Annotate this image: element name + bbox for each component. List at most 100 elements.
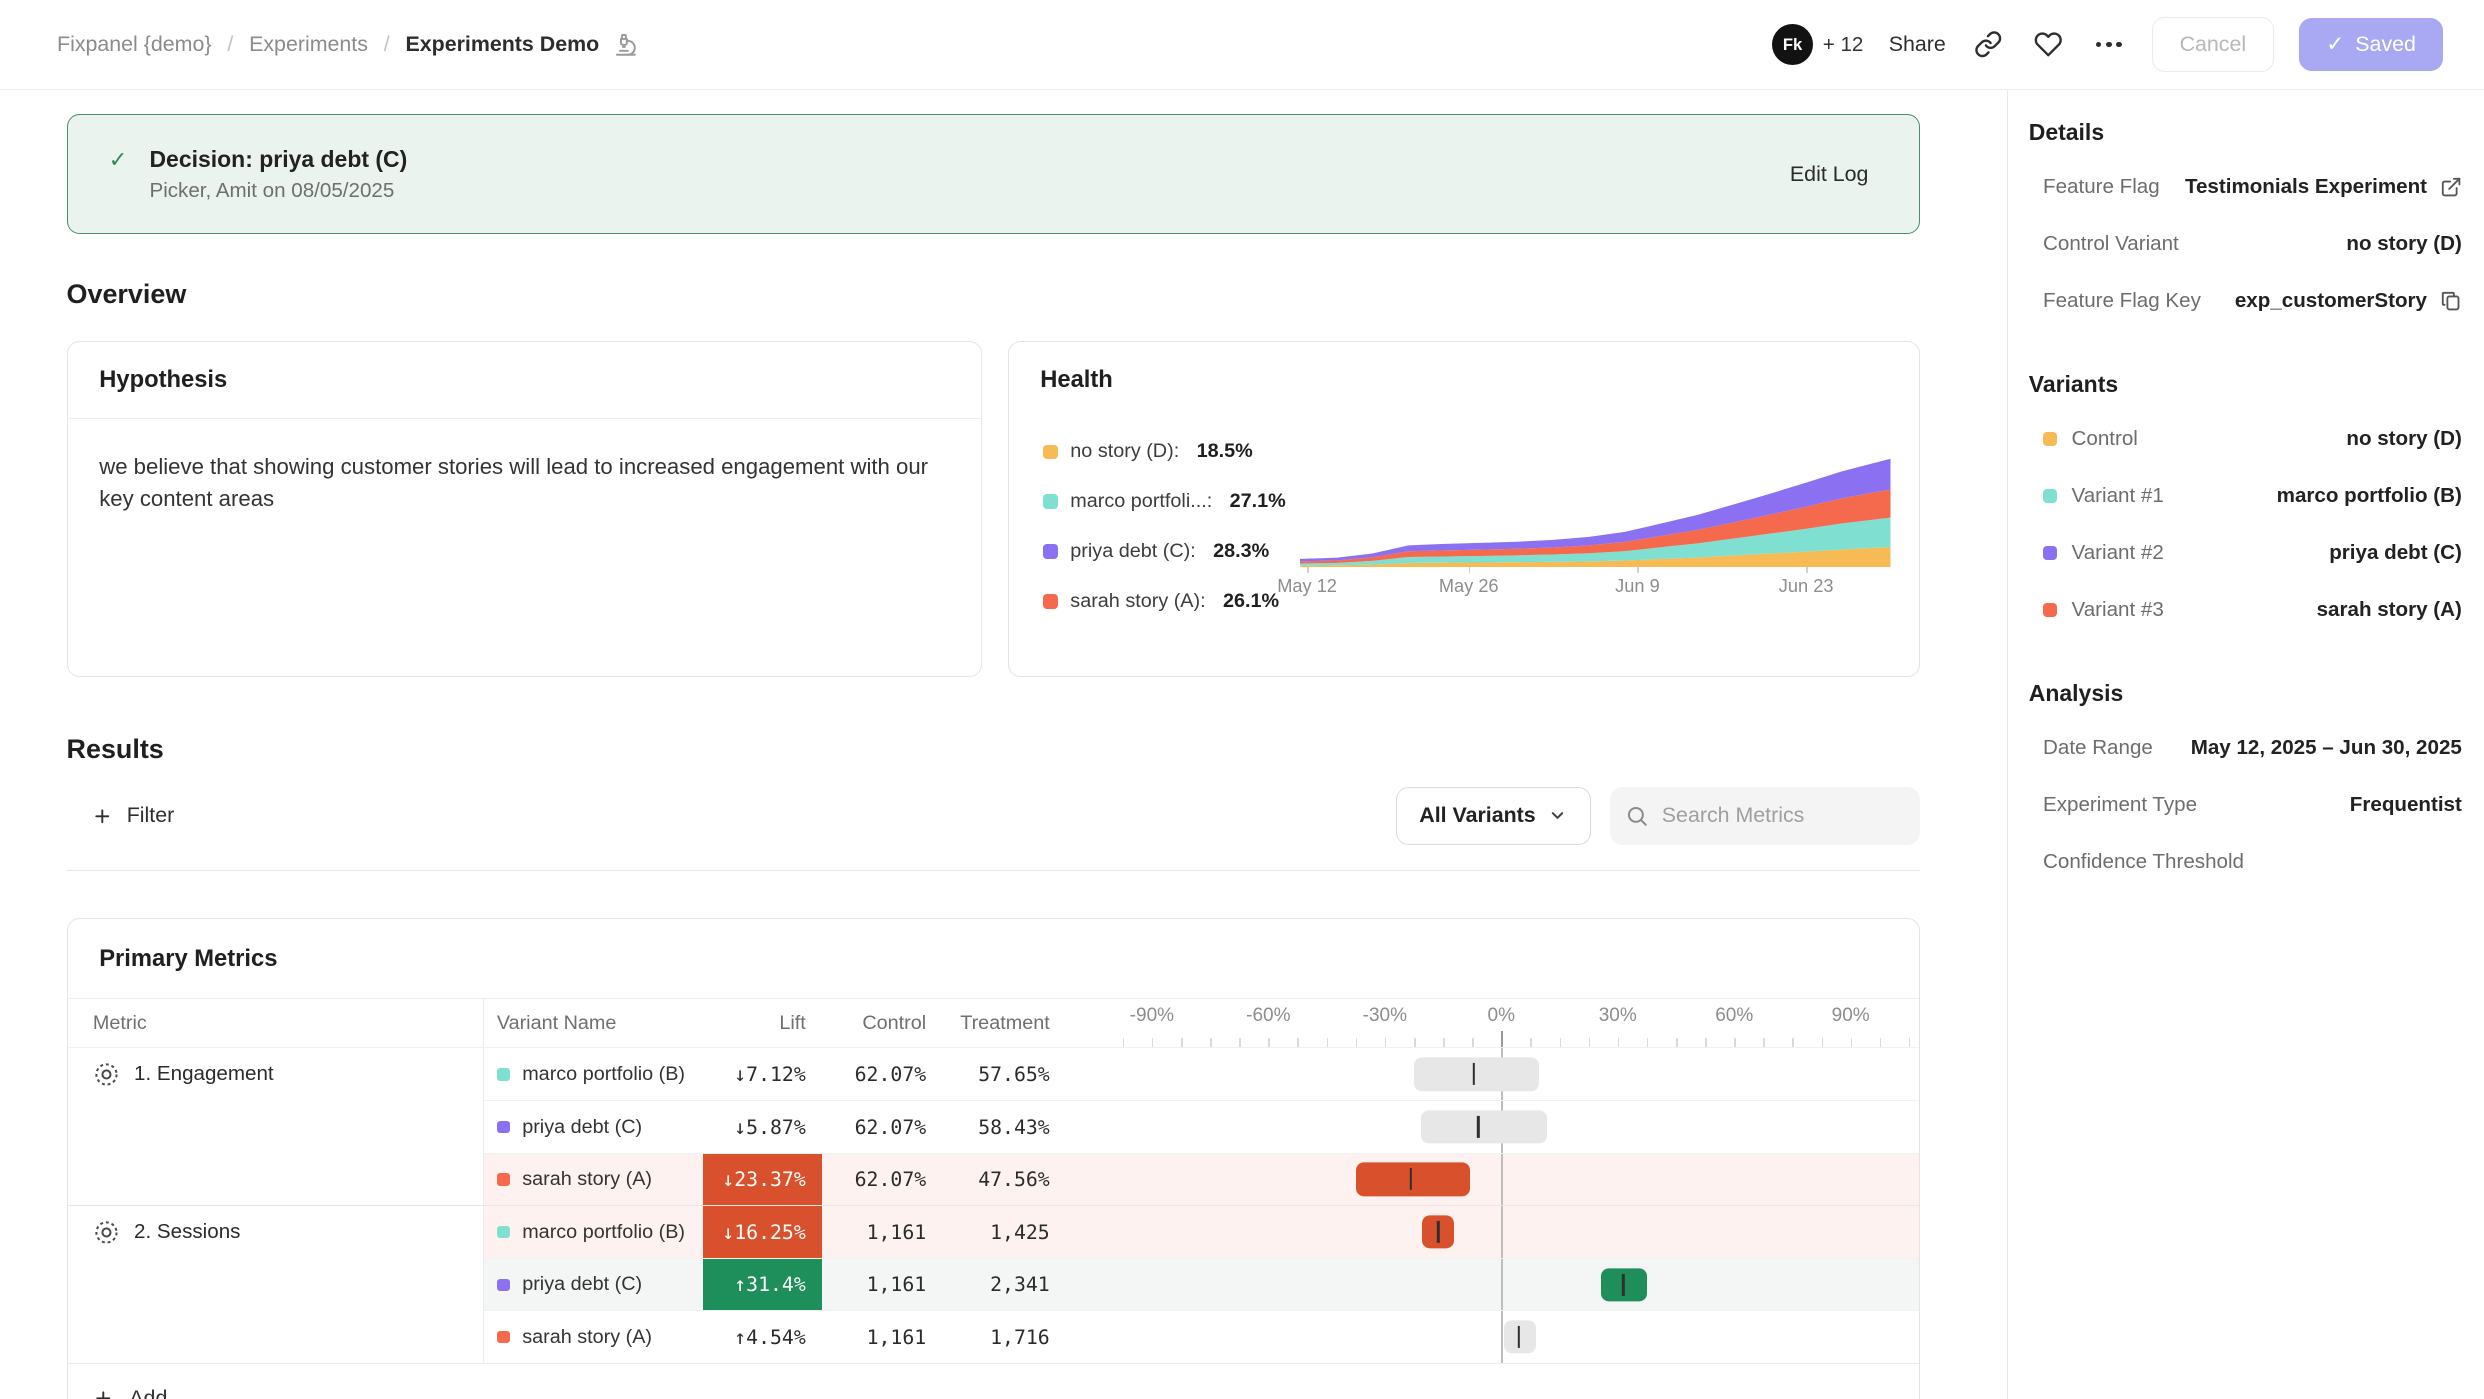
zero-line bbox=[1501, 1311, 1503, 1362]
legend-label: marco portfoli...: bbox=[1070, 490, 1212, 513]
legend-item: sarah story (A): 26.1% bbox=[1043, 590, 1290, 613]
analysis-label: Confidence Threshold bbox=[2043, 850, 2244, 874]
ruler-tick bbox=[1472, 1038, 1474, 1048]
treatment-cell: 1,716 bbox=[948, 1311, 1075, 1362]
control-cell: 1,161 bbox=[822, 1311, 949, 1362]
legend-chip bbox=[1043, 544, 1057, 558]
cancel-button[interactable]: Cancel bbox=[2152, 17, 2274, 73]
ci-bar bbox=[1414, 1058, 1539, 1091]
target-icon bbox=[93, 1219, 120, 1246]
all-variants-label: All Variants bbox=[1419, 803, 1535, 828]
filter-button[interactable]: Filter bbox=[67, 803, 175, 828]
ruler-tick bbox=[1210, 1038, 1212, 1048]
divider bbox=[67, 870, 1921, 871]
legend-label: priya debt (C): bbox=[1070, 540, 1195, 563]
copy-icon[interactable] bbox=[2440, 290, 2462, 312]
all-variants-dropdown[interactable]: All Variants bbox=[1396, 787, 1590, 844]
ci-axis-label: 90% bbox=[1832, 1005, 1870, 1027]
page-title: Experiments Demo bbox=[406, 32, 600, 57]
analysis-section: Analysis Date Range May 12, 2025 – Jun 3… bbox=[2029, 680, 2462, 891]
variant-chip bbox=[2043, 546, 2057, 560]
filter-label: Filter bbox=[127, 803, 175, 828]
link-icon[interactable] bbox=[1971, 27, 2006, 62]
variant-name-cell: priya debt (C) bbox=[484, 1259, 703, 1310]
variant-chip bbox=[497, 1173, 510, 1186]
health-area-chart: May 12May 26Jun 9Jun 23 bbox=[1291, 418, 1920, 640]
collaborators-count[interactable]: + 12 bbox=[1823, 33, 1864, 57]
metric-variant-row[interactable]: marco portfolio (B)↓16.25%1,1611,425 bbox=[484, 1206, 1919, 1258]
treatment-cell: 57.65% bbox=[948, 1048, 1075, 1100]
health-chart-xaxis: May 12May 26Jun 9Jun 23 bbox=[1300, 567, 1891, 602]
variants-heading: Variants bbox=[2029, 371, 2462, 398]
metric-variant-row[interactable]: priya debt (C)↓5.87%62.07%58.43% bbox=[484, 1100, 1919, 1152]
metric-name-cell[interactable]: 2. Sessions bbox=[68, 1206, 485, 1363]
column-lift: Lift bbox=[703, 1012, 822, 1035]
ruler-tick bbox=[1909, 1038, 1911, 1048]
breadcrumb-project[interactable]: Fixpanel {demo} bbox=[57, 32, 211, 57]
analysis-label: Experiment Type bbox=[2043, 793, 2197, 817]
confidence-interval-cell bbox=[1075, 1154, 1919, 1205]
metric-variant-row[interactable]: sarah story (A)↑4.54%1,1611,716 bbox=[484, 1310, 1919, 1362]
ruler-tick bbox=[1792, 1038, 1794, 1048]
lift-cell: ↓16.25% bbox=[703, 1206, 822, 1258]
variant-chip bbox=[497, 1331, 510, 1344]
ruler-tick bbox=[1851, 1038, 1853, 1048]
ci-axis-label: 60% bbox=[1715, 1005, 1753, 1027]
hypothesis-title: Hypothesis bbox=[68, 342, 982, 419]
metric-variant-row[interactable]: sarah story (A)↓23.37%62.07%47.56% bbox=[484, 1153, 1919, 1205]
saved-button[interactable]: ✓ Saved bbox=[2299, 18, 2442, 72]
detail-label: Feature Flag bbox=[2043, 175, 2160, 199]
variant-name-cell: sarah story (A) bbox=[484, 1154, 703, 1205]
control-cell: 62.07% bbox=[822, 1154, 949, 1205]
hypothesis-body: we believe that showing customer stories… bbox=[68, 419, 982, 547]
metric-group: 1. Engagementmarco portfolio (B)↓7.12%62… bbox=[68, 1048, 1920, 1205]
breadcrumb-experiments[interactable]: Experiments bbox=[249, 32, 368, 57]
search-metrics-input[interactable] bbox=[1662, 803, 1904, 828]
x-tick bbox=[1637, 567, 1639, 573]
breadcrumb-current: Experiments Demo bbox=[406, 27, 644, 62]
zero-line bbox=[1501, 1259, 1503, 1310]
heart-icon[interactable] bbox=[2031, 27, 2066, 62]
share-button[interactable]: Share bbox=[1889, 32, 1946, 57]
add-metric-button[interactable]: Add bbox=[68, 1363, 1920, 1399]
avatar[interactable]: Fk bbox=[1772, 24, 1813, 65]
detail-label: Feature Flag Key bbox=[2043, 289, 2201, 313]
feature-flag-value[interactable]: Testimonials Experiment bbox=[2185, 175, 2462, 199]
ci-axis-label: -60% bbox=[1246, 1005, 1290, 1027]
variant-name-cell: priya debt (C) bbox=[484, 1101, 703, 1152]
metric-variant-row[interactable]: priya debt (C)↑31.4%1,1612,341 bbox=[484, 1258, 1919, 1310]
treatment-cell: 47.56% bbox=[948, 1154, 1075, 1205]
saved-label: Saved bbox=[2355, 32, 2416, 57]
ruler-tick bbox=[1181, 1038, 1183, 1048]
edit-log-button[interactable]: Edit Log bbox=[1790, 162, 1868, 187]
external-link-icon[interactable] bbox=[2440, 176, 2462, 198]
x-tick-label: May 26 bbox=[1439, 576, 1499, 597]
analysis-row-experiment-type: Experiment Type Frequentist bbox=[2029, 776, 2462, 833]
variant-value: marco portfolio (B) bbox=[2277, 484, 2462, 508]
health-card: Health no story (D): 18.5% marco portfol… bbox=[1008, 341, 1920, 677]
ruler-tick bbox=[1880, 1038, 1882, 1048]
more-options-icon[interactable] bbox=[2091, 27, 2126, 62]
ruler-tick bbox=[1356, 1038, 1358, 1048]
ruler-tick bbox=[1530, 1038, 1532, 1048]
ruler-tick bbox=[1268, 1038, 1270, 1048]
details-heading: Details bbox=[2029, 119, 2462, 146]
details-sidebar: Details Feature Flag Testimonials Experi… bbox=[2007, 90, 2484, 1399]
check-icon: ✓ bbox=[2326, 32, 2344, 57]
metrics-table-header: Metric Variant Name Lift Control Treatme… bbox=[68, 999, 1920, 1048]
decision-subtitle: Picker, Amit on 08/05/2025 bbox=[149, 179, 407, 203]
health-chart-svg bbox=[1300, 453, 1891, 567]
ruler-tick bbox=[1327, 1038, 1329, 1048]
metric-name-cell[interactable]: 1. Engagement bbox=[68, 1048, 485, 1205]
ci-mean-tick bbox=[1472, 1063, 1474, 1085]
analysis-row-confidence-threshold: Confidence Threshold bbox=[2029, 833, 2462, 890]
treatment-cell: 58.43% bbox=[948, 1101, 1075, 1152]
ci-mean-tick bbox=[1477, 1116, 1479, 1138]
metric-variant-row[interactable]: marco portfolio (B)↓7.12%62.07%57.65% bbox=[484, 1048, 1919, 1100]
ci-axis-label: 0% bbox=[1488, 1005, 1515, 1027]
ruler-tick bbox=[1763, 1038, 1765, 1048]
ruler-tick bbox=[1297, 1038, 1299, 1048]
health-title: Health bbox=[1009, 342, 1919, 418]
variant-label: Variant #2 bbox=[2072, 541, 2164, 565]
legend-value: 18.5% bbox=[1197, 440, 1253, 463]
